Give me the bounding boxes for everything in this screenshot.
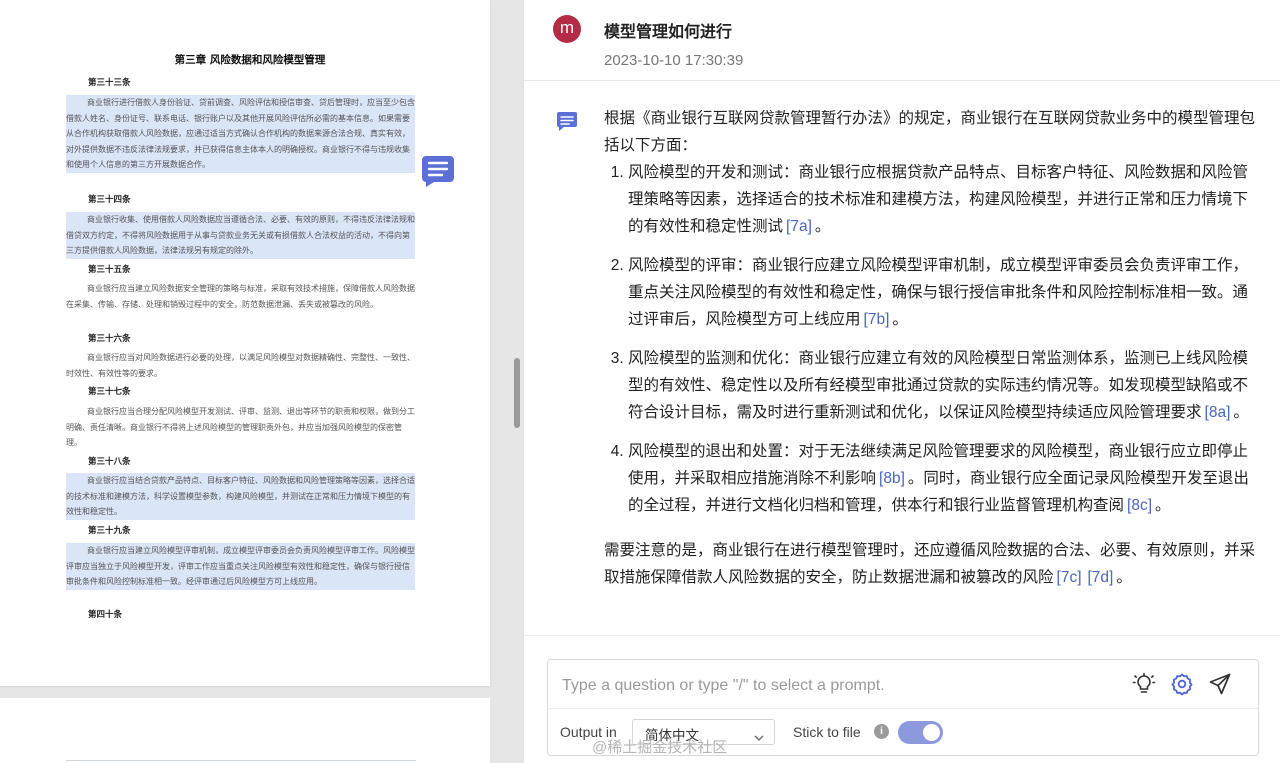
chat-panel: m 模型管理如何进行 2023-10-10 17:30:39 根据《商业银行互联… [524, 0, 1280, 763]
chevron-down-icon [754, 728, 764, 741]
list-item: 风险模型的开发和测试：商业银行应根据贷款产品特点、目标客户特征、风险数据和风险管… [628, 159, 1256, 240]
citation-link[interactable]: [8b] [876, 470, 908, 487]
list-item-text: 风险模型的开发和测试：商业银行应根据贷款产品特点、目标客户特征、风险数据和风险管… [628, 164, 1249, 235]
article-heading: 第三十五条 [88, 265, 131, 275]
punctuation: 。 [892, 311, 908, 328]
citation-link[interactable]: [7c] [1054, 569, 1085, 586]
divider [548, 708, 1258, 709]
list-item-text: 风险模型的监测和优化：商业银行应建立有效的风险模型日常监测体系，监测已上线风险模… [628, 350, 1249, 421]
answer-content: 根据《商业银行互联网贷款管理暂行办法》的规定，商业银行在互联网贷款业务中的模型管… [604, 105, 1256, 591]
bulb-icon[interactable] [1132, 672, 1156, 696]
list-item: 风险模型的退出和处置：对于无法继续满足风险管理要求的风险模型，商业银行应立即停止… [628, 438, 1256, 519]
article-heading: 第三十四条 [88, 195, 131, 205]
page-text-line [66, 760, 416, 761]
punctuation: 。 [1233, 404, 1249, 421]
article-text: 商业银行应当结合贷款产品特点、目标客户特征、风险数据和风险管理策略等因素，选择合… [66, 473, 415, 520]
citation-link[interactable]: [7a] [783, 218, 815, 235]
citation-link[interactable]: [7b] [861, 311, 893, 328]
toggle-knob [923, 724, 940, 741]
avatar: m [553, 15, 581, 43]
article-text: 商业银行应当建立风险模型评审机制，成立模型评审委员会负责风险模型评审工作。风险模… [66, 543, 415, 590]
article-text: 商业银行应当建立风险数据安全管理的策略与标准，采取有效技术措施，保障借款人风险数… [66, 284, 415, 309]
list-item: 风险模型的监测和优化：商业银行应建立有效的风险模型日常监测体系，监测已上线风险模… [628, 345, 1256, 426]
list-item: 风险模型的评审：商业银行应建立风险模型评审机制，成立模型评审委员会负责评审工作，… [628, 252, 1256, 333]
article-text: 商业银行应当对风险数据进行必要的处理，以满足风险模型对数据精确性、完整性、一致性… [66, 353, 415, 378]
answer-note: 需要注意的是，商业银行在进行模型管理时，还应遵循风险数据的合法、必要、有效原则，… [604, 537, 1256, 591]
answer-list: 风险模型的开发和测试：商业银行应根据贷款产品特点、目标客户特征、风险数据和风险管… [604, 159, 1256, 519]
punctuation: 。 [1116, 569, 1132, 586]
answer-intro: 根据《商业银行互联网贷款管理暂行办法》的规定，商业银行在互联网贷款业务中的模型管… [604, 110, 1256, 154]
citation-link[interactable]: [7d] [1085, 569, 1117, 586]
article-heading: 第三十九条 [88, 526, 131, 536]
divider [524, 635, 1280, 636]
gear-icon[interactable] [1170, 672, 1194, 696]
document-viewer[interactable]: 第三章 风险数据和风险模型管理 第三十三条 商业银行进行借款人身份验证、贷前调查… [0, 0, 524, 763]
info-icon[interactable]: i [874, 724, 889, 739]
question-header: m 模型管理如何进行 2023-10-10 17:30:39 [524, 0, 1280, 80]
stick-to-file-toggle[interactable] [898, 721, 943, 744]
article-heading: 第三十八条 [88, 457, 131, 467]
document-page: 第三章 风险数据和风险模型管理 第三十三条 商业银行进行借款人身份验证、贷前调查… [0, 0, 490, 686]
article-heading: 第三十三条 [88, 78, 131, 88]
question-title: 模型管理如何进行 [604, 24, 733, 41]
chat-bubble-icon [556, 110, 578, 132]
question-timestamp: 2023-10-10 17:30:39 [604, 52, 744, 69]
prompt-input[interactable] [560, 668, 1104, 704]
watermark: @稀土掘金技术社区 [592, 739, 728, 756]
send-icon[interactable] [1208, 672, 1232, 696]
scrollbar-thumb[interactable] [514, 358, 520, 428]
note-text: 需要注意的是，商业银行在进行模型管理时，还应遵循风险数据的合法、必要、有效原则，… [604, 542, 1256, 586]
article-heading: 第三十六条 [88, 334, 131, 344]
chapter-title: 第三章 风险数据和风险模型管理 [174, 54, 326, 66]
citation-link[interactable]: [8a] [1202, 404, 1234, 421]
chat-bubble-icon[interactable] [420, 152, 456, 188]
article-text: 商业银行进行借款人身份验证、贷前调查、风险评估和授信审查、贷后管理时，应当至少包… [66, 95, 415, 173]
article-text: 商业银行应当合理分配风险模型开发测试、评审、监测、退出等环节的职责和权限，做到分… [66, 407, 415, 447]
punctuation: 。 [1155, 497, 1171, 514]
citation-link[interactable]: [8c] [1124, 497, 1155, 514]
article-text: 商业银行收集、使用借款人风险数据应当遵循合法、必要、有效的原则，不得违反法律法规… [66, 212, 415, 259]
stick-to-file-label: Stick to file [793, 724, 861, 740]
document-page-2 [0, 698, 490, 763]
divider [524, 80, 1280, 81]
article-heading: 第三十七条 [88, 387, 131, 397]
punctuation: 。 [814, 218, 831, 235]
article-heading: 第四十条 [88, 610, 123, 620]
list-item-text: 风险模型的评审：商业银行应建立风险模型评审机制，成立模型评审委员会负责评审工作，… [628, 257, 1249, 328]
